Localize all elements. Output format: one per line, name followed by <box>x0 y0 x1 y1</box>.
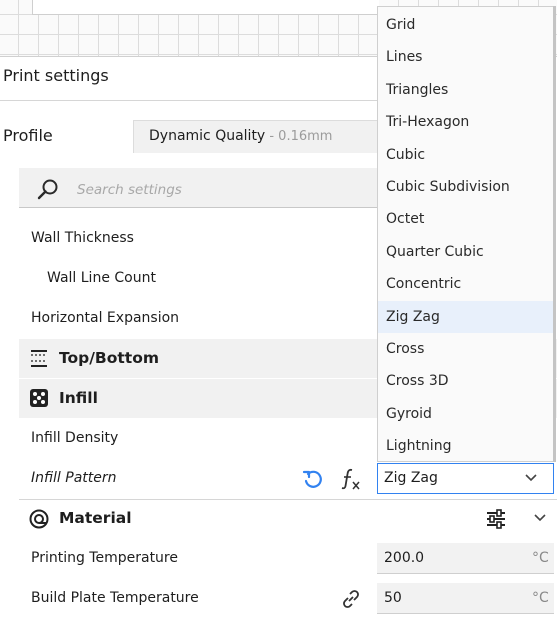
dropdown-option[interactable]: Lines <box>378 41 553 73</box>
dropdown-option[interactable]: Triangles <box>378 74 553 106</box>
printing-temperature-unit: °C <box>532 550 549 566</box>
link-icon[interactable] <box>339 587 363 611</box>
chevron-down-icon <box>525 474 537 482</box>
dropdown-option[interactable]: Cubic <box>378 139 553 171</box>
category-infill-label: Infill <box>59 389 98 407</box>
build-plate-temperature-input[interactable] <box>377 583 554 614</box>
dropdown-option[interactable]: Lightning <box>378 430 553 462</box>
panel-title: Print settings <box>3 66 109 85</box>
profile-name: Dynamic Quality - 0.16mm <box>149 128 332 144</box>
setting-wall-thickness[interactable]: Wall Thickness <box>31 230 134 246</box>
setting-printing-temperature[interactable]: Printing Temperature <box>31 550 178 566</box>
search-input[interactable] <box>19 168 379 208</box>
search-icon <box>37 179 58 200</box>
setting-infill-density[interactable]: Infill Density <box>31 430 118 446</box>
profile-layer-height: - 0.16mm <box>265 129 333 144</box>
category-material-label: Material <box>59 509 132 527</box>
dropdown-option[interactable]: Zig Zag <box>378 300 553 333</box>
setting-infill-pattern[interactable]: Infill Pattern <box>31 470 117 486</box>
dropdown-option[interactable]: Cross <box>378 333 553 365</box>
dropdown-option[interactable]: Quarter Cubic <box>378 236 553 268</box>
build-plate-temperature-value: 50 <box>384 590 402 606</box>
profile-name-text: Dynamic Quality <box>149 128 266 144</box>
top-bottom-icon <box>31 350 47 367</box>
sliders-icon[interactable] <box>485 508 507 530</box>
infill-pattern-dropdown-list: Grid Lines Triangles Tri-Hexagon Cubic Cubic … <box>377 6 554 462</box>
dropdown-option[interactable]: Tri-Hexagon <box>378 106 553 138</box>
dropdown-option[interactable]: Gyroid <box>378 398 553 430</box>
material-spool-icon <box>29 509 49 529</box>
profile-label: Profile <box>3 126 53 145</box>
infill-icon <box>30 389 48 407</box>
setting-wall-line-count[interactable]: Wall Line Count <box>47 270 156 286</box>
setting-build-plate-temperature[interactable]: Build Plate Temperature <box>31 590 199 606</box>
printing-temperature-value: 200.0 <box>384 550 425 566</box>
reset-icon[interactable] <box>302 468 324 490</box>
chevron-down-icon[interactable] <box>533 513 547 523</box>
category-top-bottom-label: Top/Bottom <box>59 349 160 367</box>
dropdown-option[interactable]: Grid <box>378 9 553 41</box>
viewport-panel-edge <box>32 0 379 15</box>
function-icon[interactable] <box>339 467 361 491</box>
search-placeholder: Search settings <box>77 182 182 198</box>
build-plate-temperature-unit: °C <box>532 590 549 606</box>
divider <box>0 100 378 101</box>
dropdown-option[interactable]: Cubic Subdivision <box>378 171 553 203</box>
infill-pattern-selected: Zig Zag <box>384 470 438 486</box>
dropdown-option[interactable]: Concentric <box>378 268 553 300</box>
setting-horizontal-expansion[interactable]: Horizontal Expansion <box>31 310 179 326</box>
dropdown-scrollbar[interactable] <box>553 6 556 462</box>
dropdown-option[interactable]: Cross 3D <box>378 365 553 397</box>
dropdown-option[interactable]: Octet <box>378 203 553 235</box>
